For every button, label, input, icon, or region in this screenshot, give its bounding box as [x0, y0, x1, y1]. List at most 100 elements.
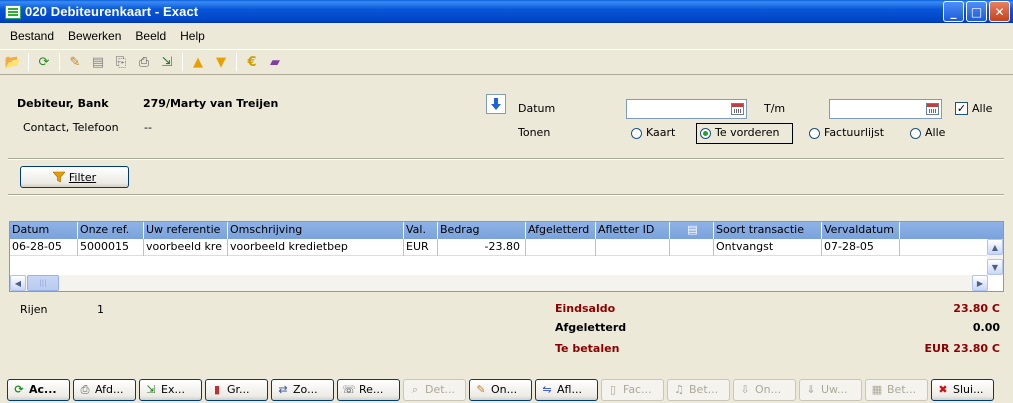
transactions-grid[interactable]: Datum Onze ref. Uw referentie Omschrijvi…: [9, 221, 1004, 292]
maximize-button[interactable]: □: [966, 1, 987, 22]
radio-te-vorderen[interactable]: [700, 128, 711, 139]
scroll-left-button[interactable]: ◀: [10, 275, 26, 291]
calendar-icon[interactable]: [926, 103, 939, 115]
te-betalen-label: Te betalen: [555, 342, 620, 355]
factuur-button[interactable]: ▯ Fac...: [601, 378, 664, 401]
horizontal-scrollbar[interactable]: ◀ ||| ▶: [10, 275, 988, 291]
radio-kaart-label: Kaart: [646, 126, 676, 139]
reminder-button[interactable]: ☏ Re...: [337, 378, 400, 401]
cell-afgeletterd: [526, 239, 596, 256]
actions-button-label: Ac...: [29, 383, 57, 396]
menu-bestand[interactable]: Bestand: [4, 29, 60, 43]
table-row[interactable]: 06-28-05 5000015 voorbeeld kre voorbeeld…: [10, 239, 988, 256]
refresh-icon[interactable]: ⟳: [34, 52, 54, 72]
col-afletter-id[interactable]: Afletter ID: [596, 222, 670, 239]
datum-from-field[interactable]: [626, 99, 747, 119]
actions-button[interactable]: ⟳ Ac...: [7, 378, 70, 401]
funnel-icon: [52, 171, 65, 183]
col-valuta[interactable]: Val.: [404, 222, 438, 239]
contact-value: --: [144, 121, 152, 134]
print-button-label: Afd...: [95, 383, 124, 396]
filter-button[interactable]: Filter: [20, 166, 129, 188]
uw-button[interactable]: ⇓ Uw...: [799, 378, 862, 401]
minimize-button[interactable]: _: [943, 1, 964, 22]
menu-help[interactable]: Help: [174, 29, 211, 43]
col-omschrijving[interactable]: Omschrijving: [228, 222, 404, 239]
close-window-button[interactable]: ✖ Slui...: [931, 378, 994, 401]
radio-alle[interactable]: [910, 128, 921, 139]
arrow-up-icon[interactable]: ▲: [188, 52, 208, 72]
scroll-down-button[interactable]: ▼: [987, 259, 1003, 275]
scroll-thumb[interactable]: |||: [27, 275, 59, 291]
bottom-button-bar: ⟳ Ac... ⎙ Afd... ⇲ Ex... ▮ Gr... ⇄ Zo... ☏ Re.…: [0, 376, 1013, 403]
export-icon[interactable]: ⇲: [157, 52, 177, 72]
close-icon: ✖: [938, 382, 948, 396]
vertical-scrollbar[interactable]: ▲ ▼: [987, 239, 1003, 275]
cell-notes: [670, 239, 714, 256]
col-soort-transactie[interactable]: Soort transactie: [714, 222, 822, 239]
ontvangst-button[interactable]: ⇩ On...: [733, 378, 796, 401]
rijen-value: 1: [97, 303, 104, 316]
scroll-track[interactable]: [59, 275, 972, 291]
graph-button[interactable]: ▮ Gr...: [205, 378, 268, 401]
arrow-down-icon[interactable]: ▼: [211, 52, 231, 72]
matching-icon: ⇋: [542, 382, 552, 396]
betaalopdracht-button[interactable]: ▦ Bet...: [865, 378, 928, 401]
toolbar-separator: [28, 53, 29, 71]
bell-icon: ♫: [674, 382, 684, 396]
debiteur-value: 279/Marty van Treijen: [143, 97, 279, 110]
document-icon[interactable]: ▤: [88, 52, 108, 72]
euro-icon[interactable]: €: [242, 52, 262, 72]
cell-datum: 06-28-05: [10, 239, 78, 256]
col-vervaldatum[interactable]: Vervaldatum: [822, 222, 900, 239]
print-button[interactable]: ⎙ Afd...: [73, 378, 136, 401]
tonen-label: Tonen: [518, 126, 551, 139]
menu-bewerken[interactable]: Bewerken: [62, 29, 127, 43]
scroll-right-button[interactable]: ▶: [972, 275, 988, 291]
cell-uw-referentie: voorbeeld kre: [144, 239, 228, 256]
close-button[interactable]: ✕: [989, 1, 1010, 22]
toolbar-separator: [59, 53, 60, 71]
betaalopdracht-button-label: Bet...: [887, 383, 917, 396]
col-datum[interactable]: Datum: [10, 222, 78, 239]
zoom-button-label: Zo...: [293, 383, 318, 396]
reminder-icon: ☏: [342, 382, 356, 396]
col-onze-ref[interactable]: Onze ref.: [78, 222, 144, 239]
scroll-up-button[interactable]: ▲: [987, 239, 1003, 255]
zoom-button[interactable]: ⇄ Zo...: [271, 378, 334, 401]
details-button[interactable]: ⌕ Det...: [403, 378, 466, 401]
col-uw-referentie[interactable]: Uw referentie: [144, 222, 228, 239]
factuur-button-label: Fac...: [623, 383, 652, 396]
col-afgeletterd[interactable]: Afgeletterd: [526, 222, 596, 239]
navigate-down-button[interactable]: [486, 94, 506, 114]
menu-beeld[interactable]: Beeld: [129, 29, 172, 43]
alle-checkbox[interactable]: ✓: [955, 102, 968, 115]
contact-label: Contact, Telefoon: [23, 121, 119, 134]
betaling-button[interactable]: ♫ Bet...: [667, 378, 730, 401]
bank-icon: ▦: [871, 382, 883, 396]
toolbar-separator: [236, 53, 237, 71]
export-button[interactable]: ⇲ Ex...: [139, 378, 202, 401]
col-bedrag[interactable]: Bedrag: [438, 222, 526, 239]
cell-onze-ref: 5000015: [78, 239, 144, 256]
pen-icon[interactable]: ✎: [65, 52, 85, 72]
book-icon[interactable]: ▰: [265, 52, 285, 72]
graph-button-label: Gr...: [227, 383, 250, 396]
radio-factuurlijst[interactable]: [809, 128, 820, 139]
radio-alle-label: Alle: [925, 126, 946, 139]
edit-button[interactable]: ✎ On...: [469, 378, 532, 401]
print-icon[interactable]: ⎙: [134, 52, 154, 72]
toolbar-separator: [182, 53, 183, 71]
col-notes[interactable]: ▤: [670, 222, 714, 239]
note-icon: ▤: [687, 223, 698, 236]
ontvangst-button-label: On...: [755, 383, 782, 396]
calendar-icon[interactable]: [731, 103, 744, 115]
attachment-icon[interactable]: ⎘: [111, 52, 131, 72]
alle-checkbox-label: Alle: [972, 102, 993, 115]
open-folder-icon[interactable]: 📂: [3, 52, 23, 72]
datum-label: Datum: [518, 102, 556, 115]
datum-to-field[interactable]: [829, 99, 942, 119]
arrow-down-icon: [491, 98, 501, 110]
radio-kaart[interactable]: [631, 128, 642, 139]
afletteren-button[interactable]: ⇋ Afl...: [535, 378, 598, 401]
